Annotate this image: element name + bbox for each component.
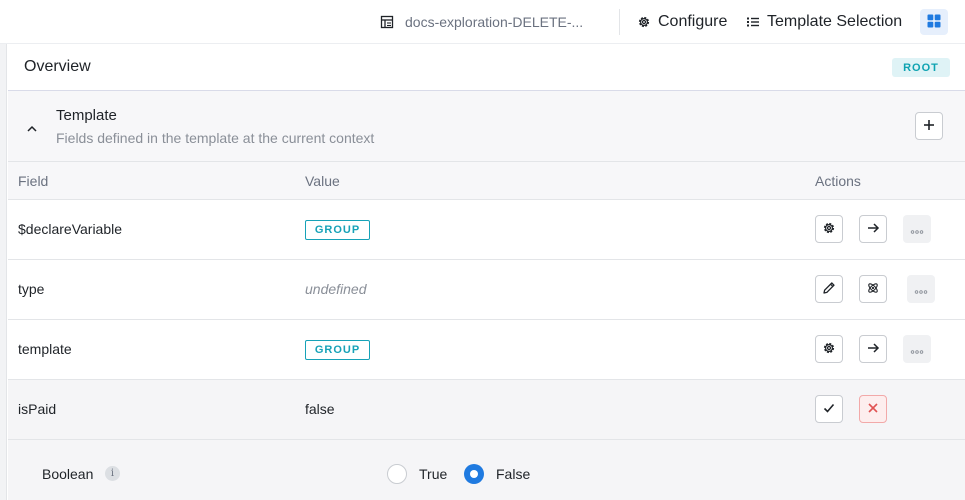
edit-button[interactable] — [815, 275, 843, 303]
more-button[interactable] — [903, 215, 931, 243]
table-row: $declareVariable GROUP — [8, 200, 965, 260]
atom-icon — [866, 281, 880, 298]
chevron-up-icon[interactable] — [26, 121, 38, 132]
template-selection-button[interactable]: Template Selection — [746, 12, 902, 32]
check-icon — [822, 401, 836, 418]
template-section-header: Template Fields defined in the template … — [8, 91, 965, 162]
confirm-button[interactable] — [815, 395, 843, 423]
radio-false[interactable] — [464, 464, 484, 484]
document-name[interactable]: docs-exploration-DELETE-... — [380, 12, 583, 32]
document-name-label: docs-exploration-DELETE-... — [405, 14, 584, 30]
template-selection-label: Template Selection — [767, 13, 903, 30]
arrow-right-icon — [866, 221, 880, 238]
more-button[interactable] — [907, 275, 935, 303]
column-header-field: Field — [18, 173, 49, 189]
template-section-subtitle: Fields defined in the template at the cu… — [56, 130, 375, 146]
pencil-icon — [822, 281, 836, 298]
boolean-editor: Boolean i True False — [8, 440, 965, 500]
convert-button[interactable] — [859, 275, 887, 303]
table-header: Field Value Actions — [8, 162, 965, 200]
add-field-button[interactable] — [915, 112, 943, 140]
root-badge: ROOT — [892, 58, 950, 77]
navigate-button[interactable] — [859, 215, 887, 243]
template-section-title: Template — [56, 107, 117, 124]
list-icon — [746, 15, 760, 29]
field-name: $declareVariable — [18, 221, 123, 237]
info-icon[interactable]: i — [105, 466, 120, 481]
column-header-actions: Actions — [815, 173, 861, 189]
radio-true[interactable] — [387, 464, 407, 484]
overview-title: Overview — [24, 58, 91, 75]
column-header-value: Value — [305, 173, 340, 189]
field-name: isPaid — [18, 401, 57, 417]
left-rail — [0, 44, 7, 500]
table-row: type undefined — [8, 260, 965, 320]
group-badge: GROUP — [305, 220, 370, 240]
gear-icon — [637, 15, 651, 29]
configure-label: Configure — [658, 13, 728, 30]
navigate-button[interactable] — [859, 335, 887, 363]
gear-icon — [822, 221, 836, 238]
radio-false-label: False — [496, 466, 531, 482]
field-value: undefined — [305, 281, 367, 297]
arrow-right-icon — [866, 341, 880, 358]
more-icon — [914, 281, 928, 297]
gear-icon — [822, 341, 836, 358]
more-icon — [910, 341, 924, 357]
close-icon — [867, 401, 879, 417]
field-name: template — [18, 341, 72, 357]
settings-button[interactable] — [815, 335, 843, 363]
document-icon — [380, 15, 394, 29]
configure-button[interactable]: Configure — [637, 12, 727, 32]
field-value: false — [305, 401, 335, 417]
settings-button[interactable] — [815, 215, 843, 243]
top-bar: docs-exploration-DELETE-... Configure Te… — [0, 0, 965, 44]
more-icon — [910, 221, 924, 237]
boolean-label: Boolean — [42, 466, 94, 482]
more-button[interactable] — [903, 335, 931, 363]
cancel-button[interactable] — [859, 395, 887, 423]
group-badge: GROUP — [305, 340, 370, 360]
layout-grid-button[interactable] — [920, 9, 948, 35]
plus-icon — [923, 118, 935, 134]
grid-icon — [927, 14, 941, 31]
table-row: template GROUP — [8, 320, 965, 380]
topbar-divider — [619, 9, 620, 35]
table-row-editing: isPaid false — [8, 380, 965, 440]
radio-true-label: True — [419, 466, 448, 482]
field-name: type — [18, 281, 45, 297]
overview-header: Overview ROOT — [8, 44, 965, 91]
